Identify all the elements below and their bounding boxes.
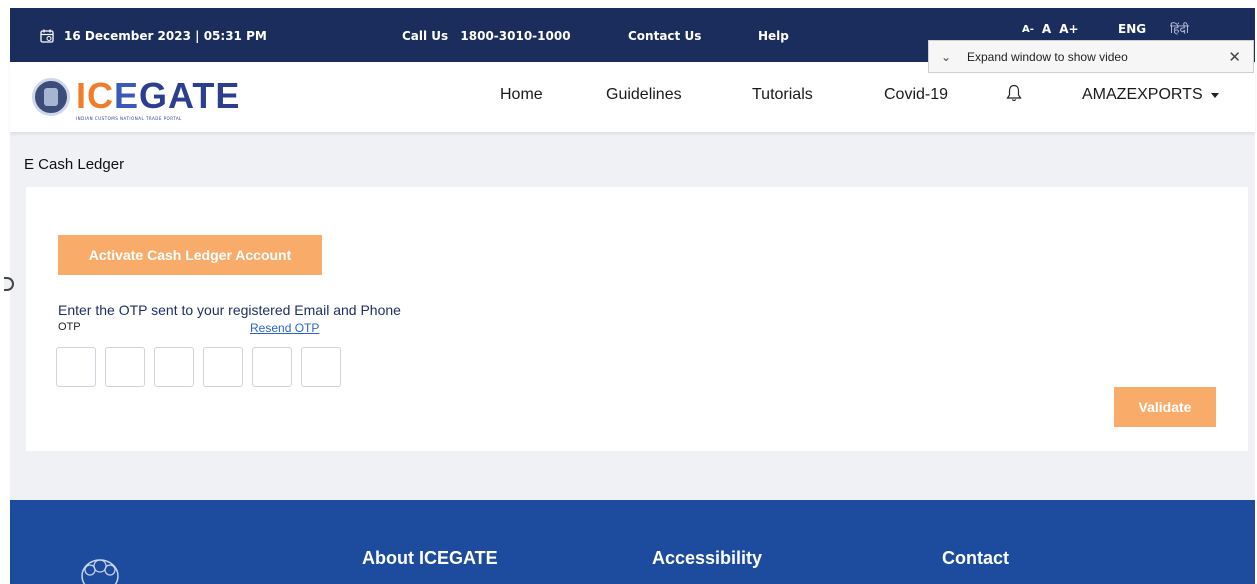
otp-digit-3[interactable]: [154, 347, 194, 387]
side-panel-handle[interactable]: [4, 277, 14, 291]
help-link[interactable]: Help: [758, 29, 789, 43]
otp-label: OTP: [58, 321, 81, 333]
footer: About ICEGATE Accessibility Contact: [10, 500, 1255, 584]
page-title: E Cash Ledger: [24, 156, 125, 173]
otp-digit-6[interactable]: [301, 347, 341, 387]
datetime-text: 16 December 2023 | 05:31 PM: [64, 29, 267, 43]
otp-digit-2[interactable]: [105, 347, 145, 387]
close-icon[interactable]: ✕: [1228, 48, 1241, 66]
window-frame-left: [0, 0, 10, 584]
resend-otp-link[interactable]: Resend OTP: [250, 321, 319, 335]
nav-guidelines[interactable]: Guidelines: [606, 86, 682, 104]
ledger-card: Activate Cash Ledger Account Enter the O…: [26, 187, 1248, 451]
contact-us-link[interactable]: Contact Us: [628, 29, 701, 43]
font-increase-button[interactable]: A+: [1059, 22, 1078, 36]
logo-subtitle: INDIAN CUSTOMS NATIONAL TRADE PORTAL: [76, 116, 182, 121]
emblem-icon: [32, 78, 70, 116]
otp-digit-5[interactable]: [252, 347, 292, 387]
nav-covid-19[interactable]: Covid-19: [884, 86, 948, 104]
font-size-controls: A- A A+: [1022, 22, 1079, 36]
chevron-down-icon[interactable]: ⌄: [941, 50, 953, 64]
font-decrease-button[interactable]: A-: [1022, 24, 1034, 36]
call-us-label: Call Us: [402, 29, 449, 43]
logo-text: ICEGATE INDIAN CUSTOMS NATIONAL TRADE PO…: [76, 75, 241, 122]
font-normal-button[interactable]: A: [1042, 22, 1051, 36]
icegate-logo[interactable]: ICEGATE INDIAN CUSTOMS NATIONAL TRADE PO…: [32, 78, 240, 121]
otp-digit-1[interactable]: [56, 347, 96, 387]
user-menu[interactable]: AMAZEXPORTS: [1082, 86, 1219, 104]
datetime-display: 16 December 2023 | 05:31 PM: [40, 29, 267, 43]
bell-icon[interactable]: [1006, 84, 1022, 102]
otp-digit-4[interactable]: [203, 347, 243, 387]
national-emblem-icon: [81, 559, 119, 584]
otp-input-group: [56, 347, 341, 387]
expand-video-text: Expand window to show video: [967, 49, 1128, 64]
language-english[interactable]: ENG: [1118, 22, 1146, 36]
expand-video-popup[interactable]: ⌄ Expand window to show video ✕: [928, 40, 1254, 73]
window-frame-top: [0, 0, 1257, 8]
logo-wordmark: ICEGATE: [76, 75, 241, 116]
validate-button[interactable]: Validate: [1114, 387, 1216, 427]
user-name: AMAZEXPORTS: [1082, 86, 1203, 103]
activate-cash-ledger-button[interactable]: Activate Cash Ledger Account: [58, 235, 322, 275]
call-us[interactable]: Call Us 1800-3010-1000: [402, 29, 571, 43]
calendar-icon: [40, 29, 54, 43]
otp-instruction: Enter the OTP sent to your registered Em…: [58, 302, 401, 318]
footer-about[interactable]: About ICEGATE: [362, 548, 498, 569]
footer-contact[interactable]: Contact: [942, 548, 1009, 569]
nav-home[interactable]: Home: [500, 86, 543, 104]
footer-accessibility[interactable]: Accessibility: [652, 548, 762, 569]
call-us-number: 1800-3010-1000: [460, 29, 571, 43]
chevron-down-icon: [1210, 92, 1219, 98]
language-hindi[interactable]: हिंदी: [1170, 20, 1189, 37]
nav-tutorials[interactable]: Tutorials: [752, 86, 813, 104]
